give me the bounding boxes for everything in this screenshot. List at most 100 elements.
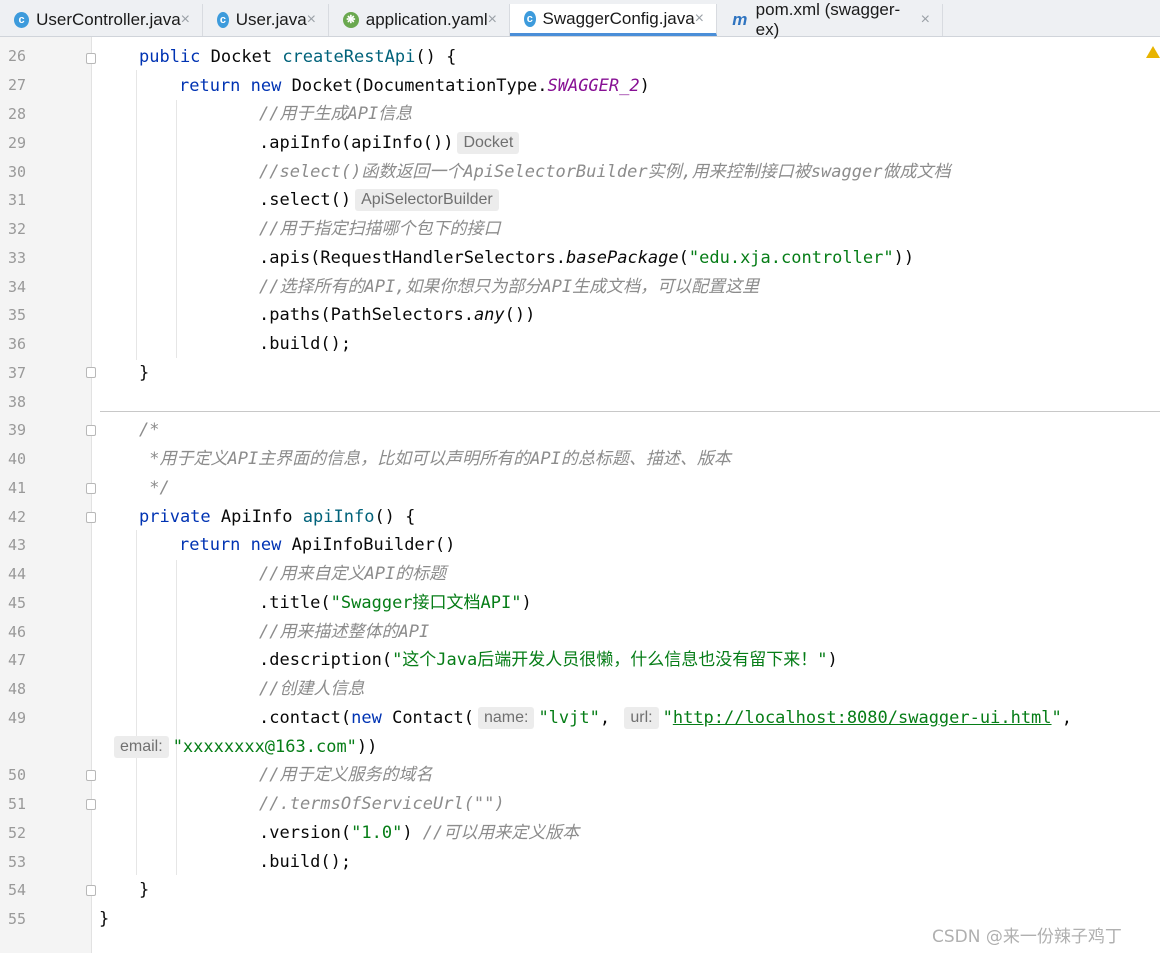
tab-label: application.yaml (365, 10, 488, 29)
line-number: 42 (7, 508, 26, 526)
parameter-hint: url: (624, 707, 659, 729)
code-text: .apis(RequestHandlerSelectors. (259, 248, 567, 268)
code-line: .select() ApiSelectorBuilder (259, 186, 503, 214)
keyword: new (250, 76, 292, 96)
string-literal: "Swagger接口文档API" (330, 593, 522, 613)
code-text: ApiInfoBuilder() (291, 535, 456, 555)
code-text: ) (827, 650, 838, 670)
code-line: .paths(PathSelectors.any()) (259, 301, 535, 329)
code-line-wrap: email: "xxxxxxxx@163.com")) (110, 733, 377, 761)
code-line: return new ApiInfoBuilder() (179, 531, 455, 559)
close-icon[interactable]: × (181, 11, 190, 29)
line-number: 41 (7, 479, 26, 497)
code-text: .description( (259, 650, 393, 670)
type-hint: ApiSelectorBuilder (355, 189, 499, 211)
type-name: Docket (210, 47, 283, 67)
code-line: .apiInfo(apiInfo()) Docket (259, 129, 523, 157)
tab-application-yaml[interactable]: ❋ application.yaml × (329, 4, 510, 36)
code-text: ()) (504, 305, 536, 325)
string-literal: "edu.xja.controller" (688, 248, 894, 268)
line-number: 52 (7, 824, 26, 842)
tab-user-java[interactable]: c User.java × (203, 4, 329, 36)
line-number: 46 (7, 623, 26, 641)
keyword: new (351, 708, 393, 728)
line-number: 54 (7, 881, 26, 899)
code-text: () { (415, 47, 457, 67)
code-line: return new Docket(DocumentationType.SWAG… (179, 72, 650, 100)
fold-marker-icon[interactable] (86, 770, 96, 781)
java-class-icon: c (524, 10, 536, 27)
code-text: ) (521, 593, 532, 613)
code-text: Contact( (392, 708, 474, 728)
code-text: )) (356, 737, 378, 757)
fold-marker-icon[interactable] (86, 799, 96, 810)
keyword: new (250, 535, 292, 555)
line-number: 28 (7, 105, 26, 123)
fold-marker-icon[interactable] (86, 512, 96, 523)
maven-icon: m (732, 10, 748, 29)
line-number: 48 (7, 680, 26, 698)
tab-pom-xml[interactable]: m pom.xml (swagger-ex) × (717, 0, 943, 39)
code-text: Docket(DocumentationType. (291, 76, 548, 96)
fold-marker-icon[interactable] (86, 885, 96, 896)
code-line: } (139, 363, 150, 383)
tab-label: pom.xml (swagger-ex) (755, 0, 901, 39)
code-line: public Docket createRestApi() { (139, 43, 456, 71)
method-separator (100, 411, 1160, 412)
constant: SWAGGER_2 (547, 76, 640, 96)
line-number: 34 (7, 278, 26, 296)
code-line: .build(); (259, 852, 352, 872)
keyword: return (179, 76, 251, 96)
watermark: CSDN @来一份辣子鸡丁 (932, 927, 1122, 947)
fold-marker-icon[interactable] (86, 425, 96, 436)
tab-usercontroller-java[interactable]: c UserController.java × (0, 4, 203, 36)
line-number: 44 (7, 565, 26, 583)
close-icon[interactable]: × (695, 10, 704, 28)
keyword: return (179, 535, 251, 555)
code-text: , (1061, 708, 1073, 728)
method-call: basePackage (566, 248, 679, 268)
line-number: 50 (7, 766, 26, 784)
fold-marker-icon[interactable] (86, 367, 96, 378)
spring-yaml-icon: ❋ (343, 12, 359, 28)
type-hint: Docket (457, 132, 520, 154)
indent-guide (136, 70, 137, 360)
code-comment: //可以用来定义版本 (422, 823, 580, 843)
type-name: ApiInfo (220, 507, 303, 527)
string-quote: " (662, 708, 673, 728)
tab-swaggerconfig-java[interactable]: c SwaggerConfig.java × (510, 4, 717, 36)
java-class-icon: c (217, 12, 229, 28)
code-text: .select() (259, 190, 352, 210)
fold-marker-icon[interactable] (86, 53, 96, 64)
code-comment: //用来自定义API的标题 (259, 564, 447, 584)
url-link[interactable]: http://localhost:8080/swagger-ui.html (673, 708, 1052, 728)
line-number: 47 (7, 651, 26, 669)
indent-guide (176, 560, 177, 875)
line-number: 32 (7, 220, 26, 238)
line-number: 31 (7, 191, 26, 209)
line-number: 55 (7, 910, 26, 928)
parameter-hint: email: (114, 736, 169, 758)
string-quote: " (1051, 708, 1062, 728)
code-line: private ApiInfo apiInfo() { (139, 503, 415, 531)
code-text: () { (374, 507, 416, 527)
editor-tab-bar: c UserController.java × c User.java × ❋ … (0, 0, 1160, 39)
warning-icon[interactable] (1146, 46, 1160, 58)
code-text: .version( (259, 823, 352, 843)
code-text: )) (893, 248, 915, 268)
string-literal: "这个Java后端开发人员很懒，什么信息也没有留下来！" (392, 650, 828, 670)
code-line: .description("这个Java后端开发人员很懒，什么信息也没有留下来！… (259, 646, 838, 674)
close-icon[interactable]: × (488, 11, 497, 29)
code-line: .build(); (259, 334, 352, 354)
fold-marker-icon[interactable] (86, 483, 96, 494)
string-literal: "1.0" (351, 823, 403, 843)
line-number: 51 (7, 795, 26, 813)
close-icon[interactable]: × (307, 11, 316, 29)
line-number: 40 (7, 450, 26, 468)
code-comment: */ (139, 478, 170, 498)
code-line: } (99, 909, 110, 929)
line-number: 43 (7, 536, 26, 554)
code-line: .version("1.0") //可以用来定义版本 (259, 819, 579, 847)
close-icon[interactable]: × (921, 11, 930, 29)
code-text: .contact( (259, 708, 352, 728)
